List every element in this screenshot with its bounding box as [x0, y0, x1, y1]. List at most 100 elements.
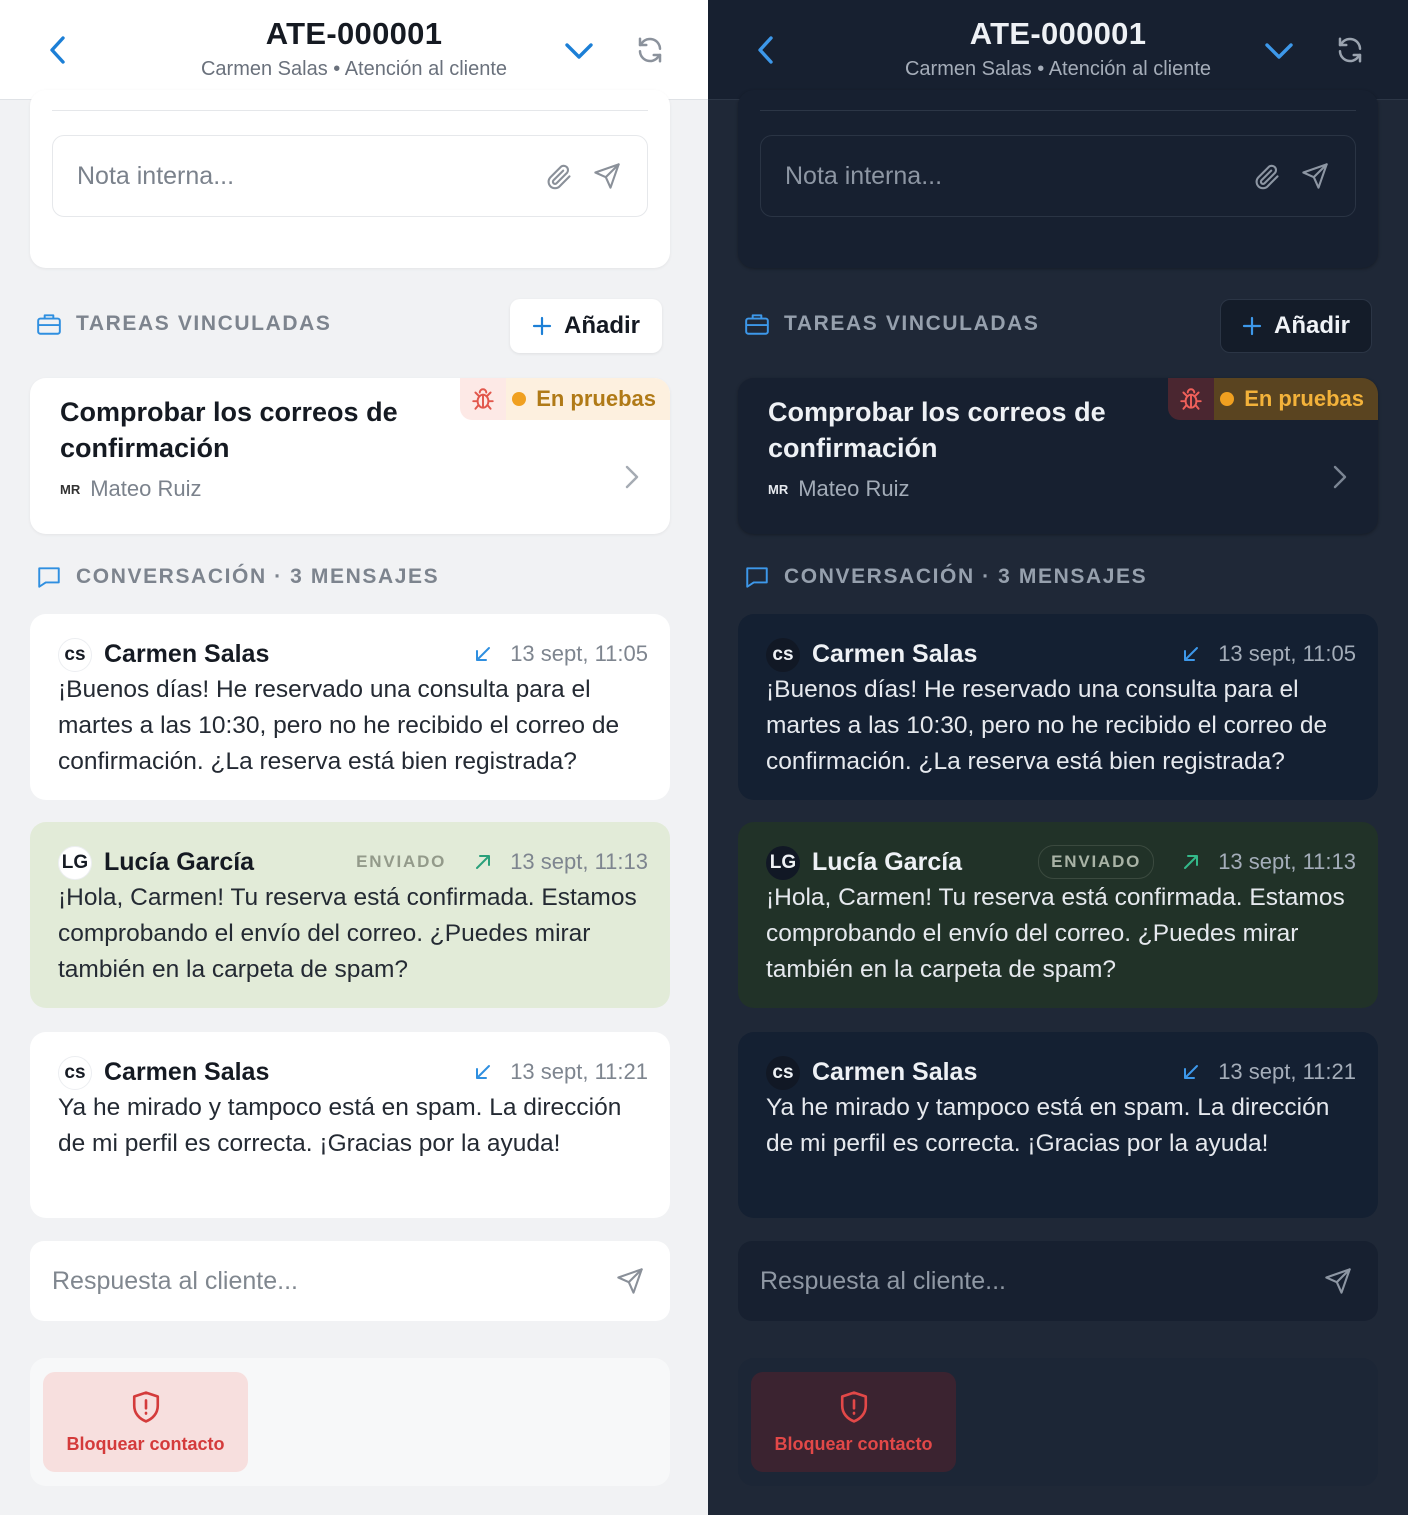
task-title: Comprobar los correos de confirmación: [768, 397, 1106, 463]
back-icon: [50, 36, 65, 64]
chat-icon: [746, 567, 768, 588]
message-author: Carmen Salas: [812, 640, 978, 668]
incoming-arrow-icon: [476, 1065, 491, 1079]
ticket-subtitle: Carmen Salas • Atención al cliente: [904, 58, 1212, 80]
linked-tasks-header: TAREAS VINCULADAS: [36, 312, 331, 336]
message-author: Lucía García: [104, 848, 255, 876]
internal-note-input[interactable]: Nota interna...: [52, 135, 648, 217]
message-text: Ya he mirado y tampoco está en spam. La …: [58, 1094, 622, 1157]
divider: [52, 110, 648, 111]
conversation-header: CONVERSACIÓN · 3 MENSAJES: [36, 564, 439, 590]
refresh-icon: [1338, 37, 1362, 63]
linked-tasks-header: TAREAS VINCULADAS: [744, 312, 1039, 336]
task-status-badge: En pruebas: [1168, 378, 1378, 420]
block-contact-button[interactable]: Bloquear contacto: [43, 1372, 248, 1472]
internal-note-card: Nota interna...: [738, 90, 1378, 268]
block-contact-button[interactable]: Bloquear contacto: [751, 1372, 956, 1472]
task-card[interactable]: Comprobar los correos de confirmación En…: [738, 378, 1378, 534]
message-text: ¡Buenos días! He reservado una consulta …: [766, 676, 1328, 775]
task-card[interactable]: Comprobar los correos de confirmación En…: [30, 378, 670, 534]
header: ATE-000001 Carmen Salas • Atención al cl…: [0, 0, 708, 100]
message-time: 13 sept, 11:05: [1218, 641, 1356, 666]
actions-card: Bloquear contacto: [738, 1358, 1378, 1486]
message-card: LG Lucía García ENVIADO 13 sept, 11:13 ¡…: [738, 822, 1378, 1008]
message-text: ¡Hola, Carmen! Tu reserva está confirmad…: [58, 884, 637, 983]
message-time: 13 sept, 11:05: [510, 641, 648, 666]
avatar: CS: [766, 1056, 800, 1090]
status-dot: [1220, 392, 1235, 406]
send-icon[interactable]: [616, 1267, 644, 1295]
sent-badge: ENVIADO: [1038, 845, 1155, 879]
briefcase-icon: [745, 314, 769, 335]
message-card: LG Lucía García ENVIADO 13 sept, 11:13 ¡…: [30, 822, 670, 1008]
message-author: Lucía García: [812, 848, 963, 876]
reply-placeholder: Respuesta al cliente...: [760, 1266, 1006, 1295]
message-time: 13 sept, 11:21: [510, 1059, 648, 1084]
outgoing-arrow-icon: [476, 855, 491, 869]
reply-input[interactable]: Respuesta al cliente...: [30, 1241, 670, 1321]
send-icon[interactable]: [1324, 1267, 1352, 1295]
refresh-icon: [638, 37, 662, 63]
internal-note-input[interactable]: Nota interna...: [760, 135, 1356, 217]
message-card: CS Carmen Salas 13 sept, 11:05 ¡Buenos d…: [30, 614, 670, 800]
message-time: 13 sept, 11:21: [1218, 1059, 1356, 1084]
sent-badge: ENVIADO: [356, 852, 447, 871]
reply-placeholder: Respuesta al cliente...: [52, 1266, 298, 1295]
refresh-button[interactable]: [1332, 32, 1368, 68]
add-task-button[interactable]: Añadir: [510, 299, 662, 353]
briefcase-icon: [37, 314, 61, 335]
shield-alert-icon: [132, 1390, 159, 1423]
avatar: CS: [58, 638, 92, 672]
shield-alert-icon: [840, 1390, 867, 1423]
back-button[interactable]: [748, 32, 784, 68]
dark-theme-panel: ATE-000001 Carmen Salas • Atención al cl…: [708, 0, 1408, 1515]
bug-icon: [1180, 388, 1202, 410]
outgoing-arrow-icon: [1184, 855, 1199, 869]
message-card: CS Carmen Salas 13 sept, 11:21 Ya he mir…: [30, 1032, 670, 1218]
divider: [760, 110, 1356, 111]
message-time: 13 sept, 11:13: [1218, 849, 1356, 874]
expand-button[interactable]: [562, 34, 596, 68]
avatar: CS: [58, 1056, 92, 1090]
chevron-down-icon: [565, 43, 593, 59]
bug-icon: [472, 388, 494, 410]
message-text: ¡Hola, Carmen! Tu reserva está confirmad…: [766, 884, 1345, 983]
back-button[interactable]: [40, 32, 76, 68]
avatar: LG: [766, 846, 800, 880]
conversation-header: CONVERSACIÓN · 3 MENSAJES: [744, 564, 1147, 590]
paperclip-icon[interactable]: [1253, 162, 1281, 192]
back-icon: [758, 36, 773, 64]
message-time: 13 sept, 11:13: [510, 849, 648, 874]
send-icon[interactable]: [593, 162, 621, 190]
avatar: LG: [58, 846, 92, 880]
reply-input[interactable]: Respuesta al cliente...: [738, 1241, 1378, 1321]
internal-note-card: Nota interna...: [30, 90, 670, 268]
message-author: Carmen Salas: [812, 1058, 978, 1086]
plus-icon: [532, 316, 552, 336]
task-assignee: MR Mateo Ruiz: [60, 476, 202, 501]
actions-card: Bloquear contacto: [30, 1358, 670, 1486]
refresh-button[interactable]: [632, 32, 668, 68]
message-text: Ya he mirado y tampoco está en spam. La …: [766, 1094, 1330, 1157]
paperclip-icon[interactable]: [545, 162, 573, 192]
chevron-right-icon: [1333, 465, 1347, 489]
task-assignee: MR Mateo Ruiz: [768, 476, 910, 501]
internal-note-placeholder: Nota interna...: [77, 161, 235, 190]
internal-note-placeholder: Nota interna...: [785, 161, 943, 190]
light-theme-panel: ATE-000001 Carmen Salas • Atención al cl…: [0, 0, 708, 1515]
avatar: CS: [766, 638, 800, 672]
add-task-button[interactable]: Añadir: [1220, 299, 1372, 353]
task-status-badge: En pruebas: [460, 378, 670, 420]
ticket-title: ATE-000001: [265, 16, 443, 51]
chevron-right-icon: [625, 465, 639, 489]
status-dot: [512, 392, 527, 406]
incoming-arrow-icon: [1184, 647, 1199, 661]
message-text: ¡Buenos días! He reservado una consulta …: [58, 676, 620, 775]
expand-button[interactable]: [1262, 34, 1296, 68]
message-card: CS Carmen Salas 13 sept, 11:05 ¡Buenos d…: [738, 614, 1378, 800]
task-title: Comprobar los correos de confirmación: [60, 397, 398, 463]
send-icon[interactable]: [1301, 162, 1329, 190]
message-author: Carmen Salas: [104, 640, 270, 668]
message-card: CS Carmen Salas 13 sept, 11:21 Ya he mir…: [738, 1032, 1378, 1218]
chevron-down-icon: [1265, 43, 1293, 59]
